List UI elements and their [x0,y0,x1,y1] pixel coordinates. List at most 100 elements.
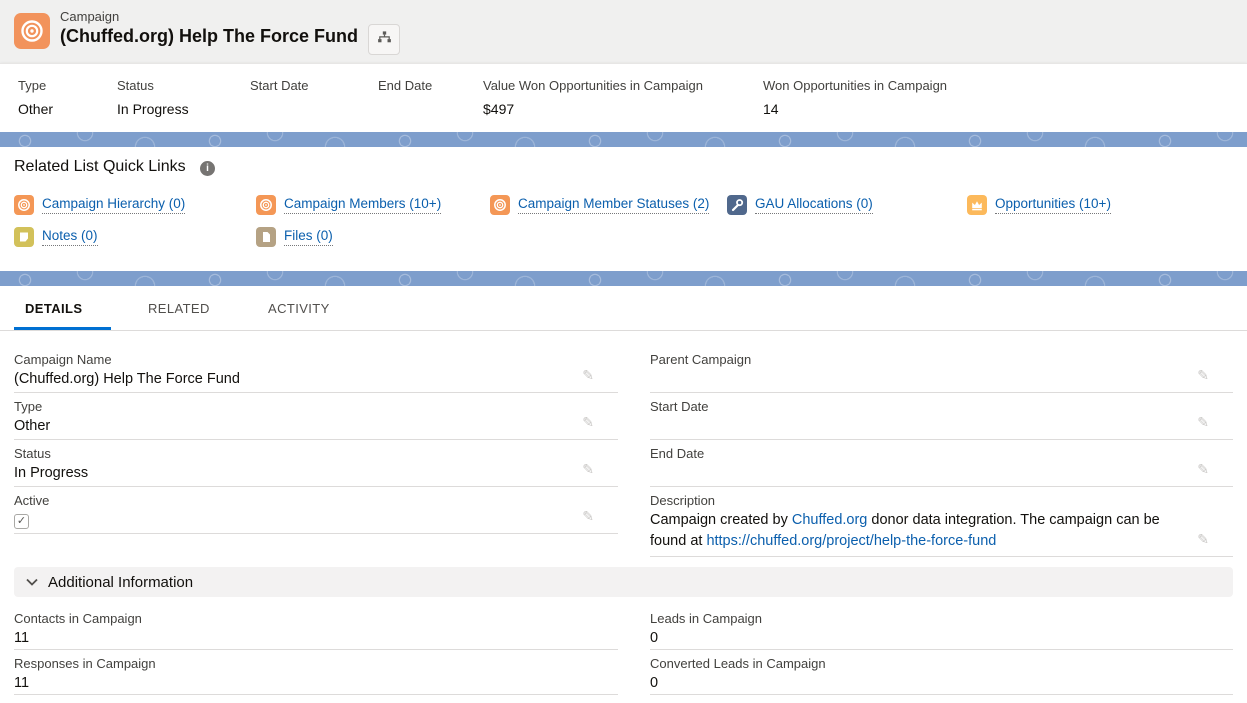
tab-activity[interactable]: ACTIVITY [268,286,330,331]
checkbox-check-icon: ✓ [17,515,26,527]
campaign-url-link[interactable]: https://chuffed.org/project/help-the-for… [706,533,996,549]
highlight-value: $497 [483,101,703,117]
field-active: Active ✓ ✎ [14,487,618,534]
field-value: Other [14,414,618,434]
quicklink-label[interactable]: Notes (0) [42,228,98,246]
highlight-type: Type Other [18,78,53,117]
details-right-column: Parent Campaign ✎ Start Date ✎ End Date … [650,346,1233,557]
additional-right-column: Leads in Campaign 0 Converted Leads in C… [650,605,1233,695]
field-label: Status [14,440,618,461]
edit-pencil-icon[interactable]: ✎ [582,461,594,478]
entity-label: Campaign [60,9,119,24]
field-label: Contacts in Campaign [14,605,618,626]
quicklink-label[interactable]: Opportunities (10+) [995,196,1111,214]
quicklink-files[interactable]: Files (0) [256,227,333,247]
edit-pencil-icon[interactable]: ✎ [582,508,594,525]
field-label: Type [14,393,618,414]
active-tab-underline [14,327,111,330]
hierarchy-icon [377,30,392,50]
quicklink-label[interactable]: Campaign Members (10+) [284,196,441,214]
tab-details[interactable]: DETAILS [25,286,82,331]
quick-links-title: Related List Quick Links [14,158,186,176]
active-checkbox[interactable]: ✓ [14,514,29,529]
highlight-label: Type [18,78,53,93]
field-label: Campaign Name [14,346,618,367]
field-value: Campaign created by Chuffed.org donor da… [650,508,1190,552]
quicklink-label[interactable]: GAU Allocations (0) [755,196,873,214]
field-start-date: Start Date ✎ [650,393,1233,440]
campaign-icon [14,195,34,215]
field-parent-campaign: Parent Campaign ✎ [650,346,1233,393]
wrench-icon [727,195,747,215]
highlight-label: Value Won Opportunities in Campaign [483,78,703,93]
description-text: Campaign created by [650,512,792,528]
file-icon [256,227,276,247]
decorative-pattern-strip [0,271,1247,286]
field-converted-leads-in-campaign: Converted Leads in Campaign 0 [650,650,1233,695]
campaign-hierarchy-button[interactable] [368,24,400,55]
highlight-value: 14 [763,101,947,117]
highlight-value: Other [18,101,53,117]
chevron-down-icon [26,573,38,591]
highlights-panel: Type Other Status In Progress Start Date… [0,63,1247,132]
edit-pencil-icon[interactable]: ✎ [1197,461,1209,478]
note-icon [14,227,34,247]
field-label: Active [14,487,618,508]
field-responses-in-campaign: Responses in Campaign 11 [14,650,618,695]
highlight-start-date: Start Date [250,78,309,101]
quicklink-campaign-member-statuses[interactable]: Campaign Member Statuses (2) [490,195,709,215]
additional-left-column: Contacts in Campaign 11 Responses in Cam… [14,605,618,695]
section-title: Additional Information [48,574,193,591]
crown-icon [967,195,987,215]
field-value: In Progress [14,461,618,481]
highlight-label: Won Opportunities in Campaign [763,78,947,93]
additional-information-section-header[interactable]: Additional Information [14,567,1233,597]
tab-bar: DETAILS RELATED ACTIVITY [0,286,1247,331]
quicklink-label[interactable]: Campaign Hierarchy (0) [42,196,185,214]
details-left-column: Campaign Name (Chuffed.org) Help The For… [14,346,618,534]
highlight-value: In Progress [117,101,189,117]
field-label: Start Date [650,393,1233,414]
quicklink-notes[interactable]: Notes (0) [14,227,98,247]
field-value [650,461,1233,465]
page-title: (Chuffed.org) Help The Force Fund [60,26,358,47]
field-label: End Date [650,440,1233,461]
edit-pencil-icon[interactable]: ✎ [582,367,594,384]
quicklink-gau-allocations[interactable]: GAU Allocations (0) [727,195,873,215]
tab-related[interactable]: RELATED [148,286,210,331]
field-value: 11 [14,671,618,691]
edit-pencil-icon[interactable]: ✎ [1197,531,1209,548]
field-value: 11 [14,626,618,646]
field-value [650,414,1233,418]
field-contacts-in-campaign: Contacts in Campaign 11 [14,605,618,650]
field-end-date: End Date ✎ [650,440,1233,487]
field-campaign-name: Campaign Name (Chuffed.org) Help The For… [14,346,618,393]
campaign-icon [14,13,50,49]
edit-pencil-icon[interactable]: ✎ [1197,367,1209,384]
info-icon[interactable]: i [200,161,215,176]
decorative-pattern-strip [0,132,1247,147]
quicklink-campaign-hierarchy[interactable]: Campaign Hierarchy (0) [14,195,185,215]
edit-pencil-icon[interactable]: ✎ [582,414,594,431]
field-label: Description [650,487,1233,508]
field-value: 0 [650,671,1233,691]
field-label: Leads in Campaign [650,605,1233,626]
campaign-icon [256,195,276,215]
campaign-icon [490,195,510,215]
related-list-quick-links-card: Related List Quick Links i Campaign Hier… [0,147,1247,271]
field-value [650,367,1233,371]
highlight-value-won-opportunities: Value Won Opportunities in Campaign $497 [483,78,703,117]
highlight-label: Status [117,78,189,93]
field-leads-in-campaign: Leads in Campaign 0 [650,605,1233,650]
record-detail-card: DETAILS RELATED ACTIVITY Campaign Name (… [0,286,1247,703]
highlight-status: Status In Progress [117,78,189,117]
field-label: Parent Campaign [650,346,1233,367]
chuffed-org-link[interactable]: Chuffed.org [792,512,868,528]
quicklink-label[interactable]: Files (0) [284,228,333,246]
quicklink-campaign-members[interactable]: Campaign Members (10+) [256,195,441,215]
quicklink-label[interactable]: Campaign Member Statuses (2) [518,196,709,214]
edit-pencil-icon[interactable]: ✎ [1197,414,1209,431]
quicklink-opportunities[interactable]: Opportunities (10+) [967,195,1111,215]
highlight-label: Start Date [250,78,309,93]
highlight-end-date: End Date [378,78,432,101]
